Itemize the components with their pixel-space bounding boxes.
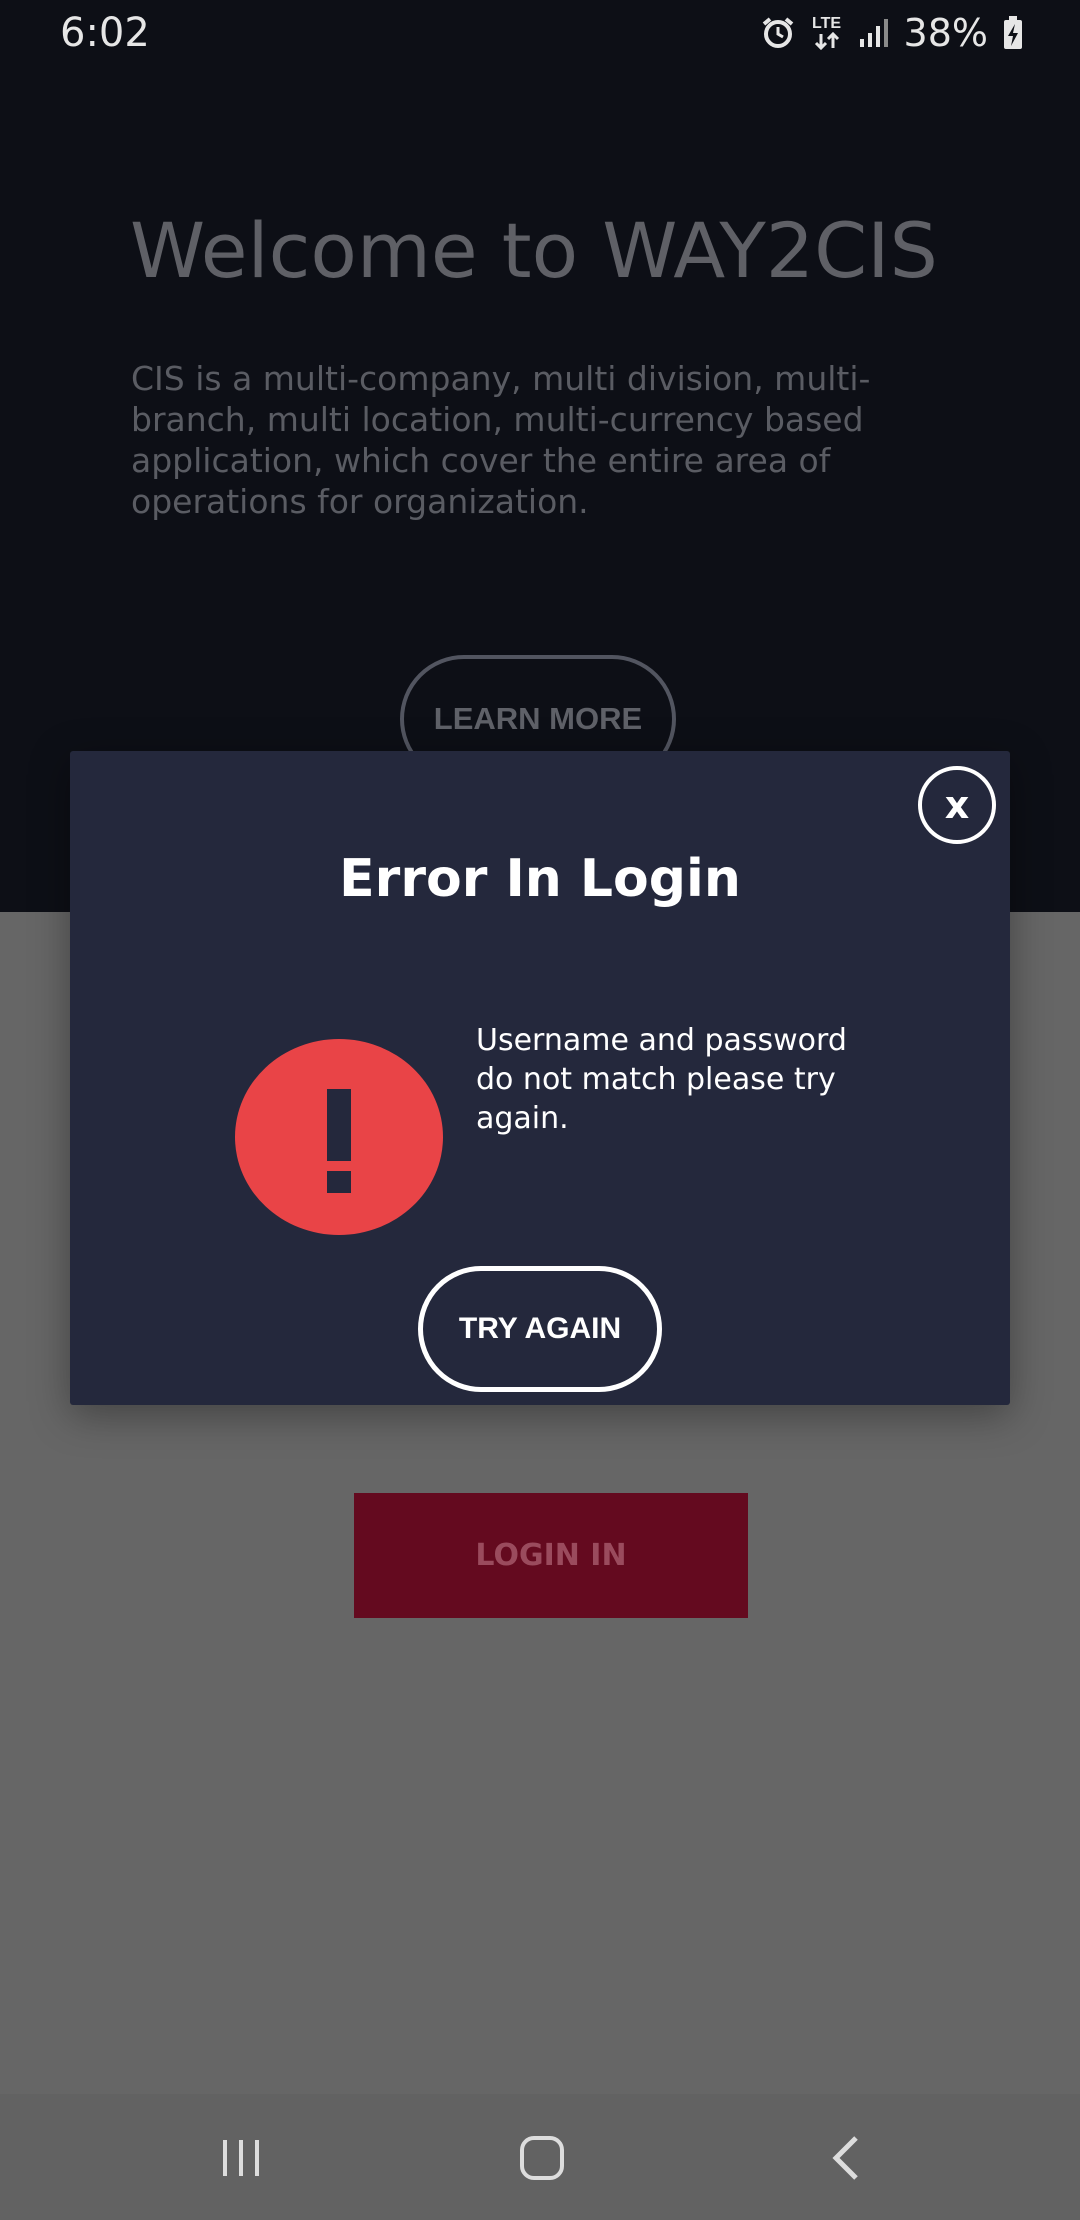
- error-dialog: x Error In Login Username and password d…: [70, 751, 1010, 1405]
- status-time: 6:02: [60, 10, 150, 56]
- close-button[interactable]: x: [918, 766, 996, 844]
- alarm-icon: [760, 15, 796, 51]
- welcome-description: CIS is a multi-company, multi division, …: [131, 359, 871, 521]
- try-again-button[interactable]: TRY AGAIN: [418, 1266, 662, 1392]
- dialog-title: Error In Login: [339, 849, 741, 909]
- lte-label: LTE: [812, 15, 842, 32]
- lte-data-icon: LTE: [810, 16, 844, 50]
- login-button[interactable]: LOGIN IN: [354, 1493, 748, 1618]
- navigation-bar: [0, 2094, 1080, 2220]
- status-icons: LTE 38%: [760, 10, 1024, 56]
- signal-icon: [858, 17, 890, 49]
- welcome-title: Welcome to WAY2CIS: [130, 206, 938, 295]
- back-icon[interactable]: [816, 2130, 876, 2186]
- exclamation-dot: [327, 1171, 351, 1193]
- error-message: Username and password do not match pleas…: [476, 1023, 847, 1136]
- exclamation-bar: [327, 1089, 351, 1161]
- exclamation-icon: [235, 1039, 443, 1235]
- home-icon[interactable]: [512, 2130, 572, 2186]
- recent-apps-icon[interactable]: [211, 2130, 271, 2186]
- battery-charging-icon: [1002, 15, 1024, 51]
- status-bar: 6:02 LTE 38%: [0, 0, 1080, 66]
- battery-percentage: 38%: [903, 11, 988, 55]
